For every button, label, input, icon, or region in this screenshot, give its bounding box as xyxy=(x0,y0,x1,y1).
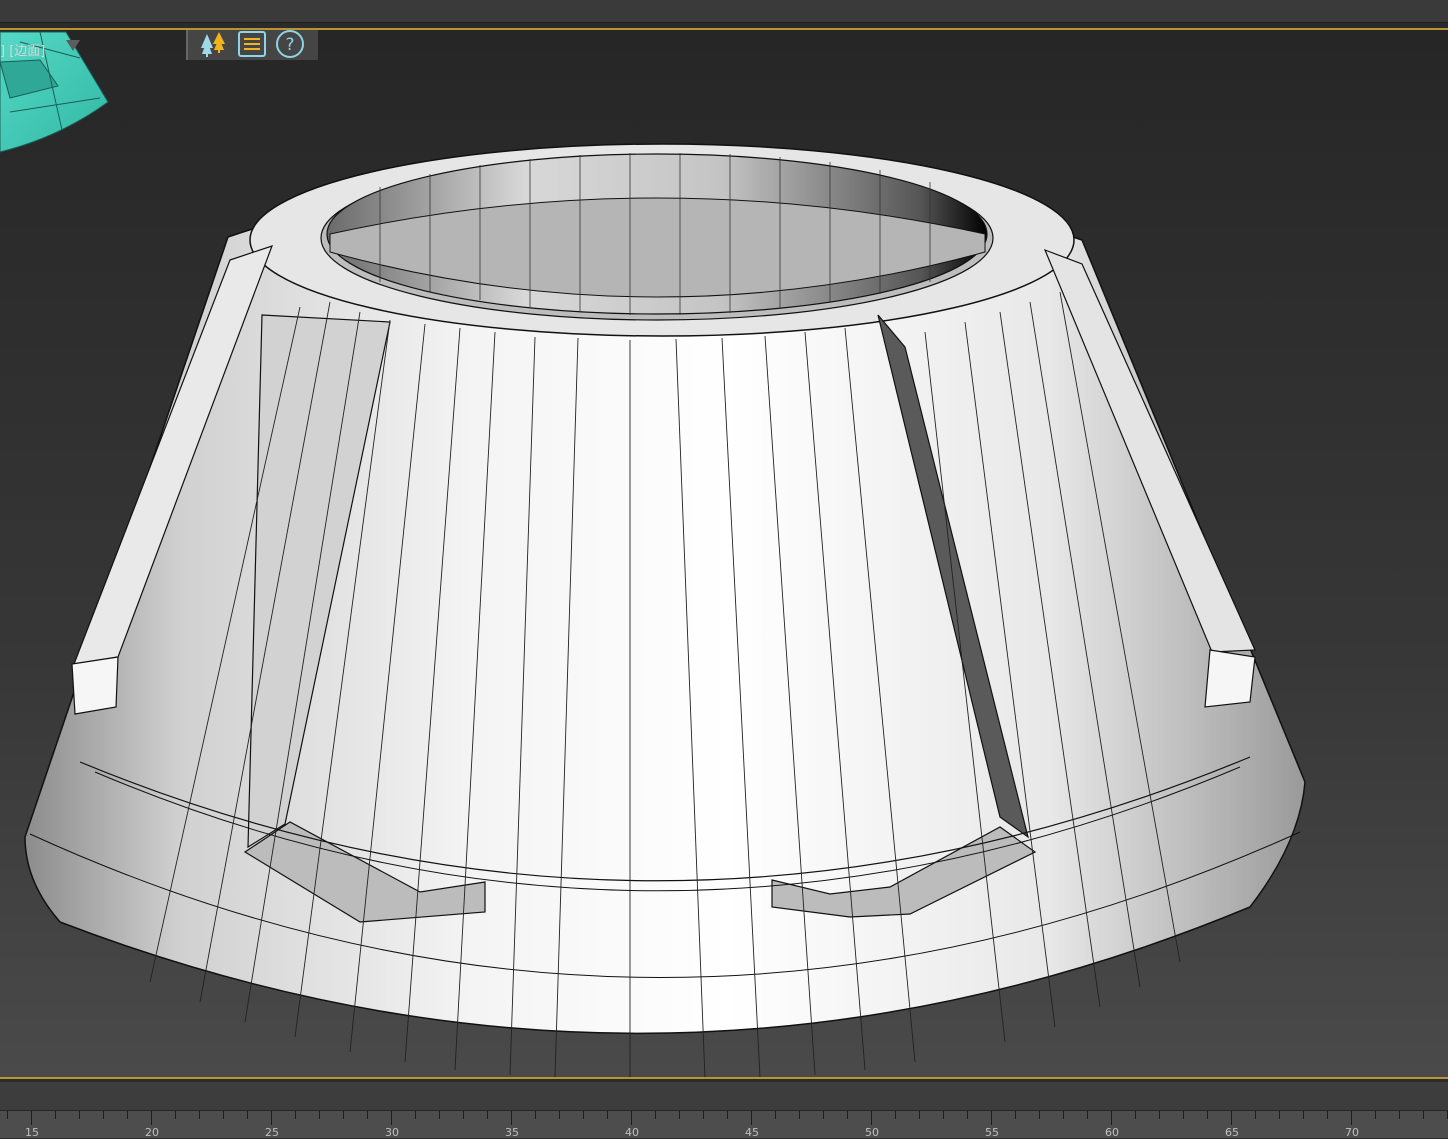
timeline-tick xyxy=(1279,1111,1280,1119)
timeline-tick xyxy=(1303,1111,1304,1119)
timeline-tick xyxy=(943,1111,944,1119)
timeline-tick xyxy=(103,1111,104,1119)
timeline-tick xyxy=(79,1111,80,1119)
timeline-tick xyxy=(1207,1111,1208,1119)
question-icon[interactable]: ? xyxy=(274,30,306,59)
timeline-tick xyxy=(535,1111,536,1119)
timeline-tick xyxy=(559,1111,560,1119)
timeline-frame-label: 45 xyxy=(745,1126,759,1139)
timeline-tick xyxy=(1351,1111,1352,1125)
timeline-tick xyxy=(895,1111,896,1119)
timeline-tick xyxy=(631,1111,632,1125)
timeline-tick xyxy=(1399,1111,1400,1119)
timeline-tick xyxy=(487,1111,488,1119)
timeline-tick xyxy=(679,1111,680,1119)
timeline-tick xyxy=(1063,1111,1064,1119)
timeline-frame-label: 70 xyxy=(1345,1126,1359,1139)
timeline-frame-label: 15 xyxy=(25,1126,39,1139)
timeline-tick xyxy=(463,1111,464,1119)
timeline-tick xyxy=(151,1111,152,1125)
perspective-viewport[interactable]: ] [边面] ? xyxy=(0,28,1448,1079)
timeline-tick xyxy=(247,1111,248,1119)
timeline-tick xyxy=(1231,1111,1232,1125)
timeline-tick xyxy=(1087,1111,1088,1119)
timeline-frame-label: 55 xyxy=(985,1126,999,1139)
timeline-tick xyxy=(967,1111,968,1119)
timeline-frame-label: 20 xyxy=(145,1126,159,1139)
timeline-tick xyxy=(175,1111,176,1119)
timeline-track[interactable]: 15 20 25 30 35 40 45 50 55 60 65 70 xyxy=(0,1082,1448,1139)
viewport-shading-label[interactable]: ] [边面] xyxy=(0,40,45,59)
timeline-tick xyxy=(847,1111,848,1119)
timeline-tick xyxy=(1423,1111,1424,1119)
timeline-frame-label: 50 xyxy=(865,1126,879,1139)
cone-mesh-object[interactable] xyxy=(24,143,1306,1079)
timeline-frame-label: 30 xyxy=(385,1126,399,1139)
timeline-tick xyxy=(703,1111,704,1119)
timeline-tick xyxy=(319,1111,320,1119)
list-menu-icon[interactable] xyxy=(236,30,268,59)
timeline-tick xyxy=(1159,1111,1160,1119)
timeline-tick xyxy=(1375,1111,1376,1119)
timeline-tick xyxy=(391,1111,392,1125)
timeline-tick xyxy=(295,1111,296,1119)
timeline-tick xyxy=(271,1111,272,1125)
timeline-tick xyxy=(343,1111,344,1119)
timeline-frame-label: 25 xyxy=(265,1126,279,1139)
timeline-tick xyxy=(919,1111,920,1119)
timeline-frame-label: 35 xyxy=(505,1126,519,1139)
timeline-tick xyxy=(7,1111,8,1119)
timeline-tick xyxy=(1327,1111,1328,1119)
timeline-tick xyxy=(439,1111,440,1119)
timeline-tick xyxy=(655,1111,656,1119)
timeline-tick xyxy=(1183,1111,1184,1119)
timeline-tick xyxy=(991,1111,992,1125)
timeline-tick xyxy=(55,1111,56,1119)
timeline-tick xyxy=(1015,1111,1016,1119)
timeline-frame-label: 40 xyxy=(625,1126,639,1139)
timeline-ruler[interactable]: 15 20 25 30 35 40 45 50 55 60 65 70 xyxy=(0,1110,1448,1139)
timeline-frame-label: 60 xyxy=(1105,1126,1119,1139)
timeline-tick xyxy=(1135,1111,1136,1119)
top-menu-strip xyxy=(0,0,1448,23)
scene-canvas[interactable] xyxy=(0,30,1448,1079)
timeline-tick xyxy=(415,1111,416,1119)
timeline-tick xyxy=(799,1111,800,1119)
viewport-mini-toolbar: ? xyxy=(186,30,318,60)
timeline-tick xyxy=(775,1111,776,1119)
filter-icon[interactable] xyxy=(66,40,80,51)
timeline-tick xyxy=(223,1111,224,1119)
timeline-tick xyxy=(127,1111,128,1119)
timeline-tick xyxy=(607,1111,608,1119)
timeline-tick xyxy=(1039,1111,1040,1119)
timeline-tick xyxy=(871,1111,872,1125)
timeline-tick xyxy=(1111,1111,1112,1125)
timeline-tick xyxy=(31,1111,32,1125)
svg-text:?: ? xyxy=(285,35,294,55)
timeline-tick xyxy=(823,1111,824,1119)
timeline-frame-label: 65 xyxy=(1225,1126,1239,1139)
timeline-tick xyxy=(199,1111,200,1119)
trees-icon[interactable] xyxy=(198,30,230,59)
timeline-tick xyxy=(751,1111,752,1125)
timeline-tick xyxy=(1255,1111,1256,1119)
timeline-tick xyxy=(727,1111,728,1119)
timeline-tick xyxy=(367,1111,368,1119)
timeline-tick xyxy=(511,1111,512,1125)
timeline-tick xyxy=(583,1111,584,1119)
